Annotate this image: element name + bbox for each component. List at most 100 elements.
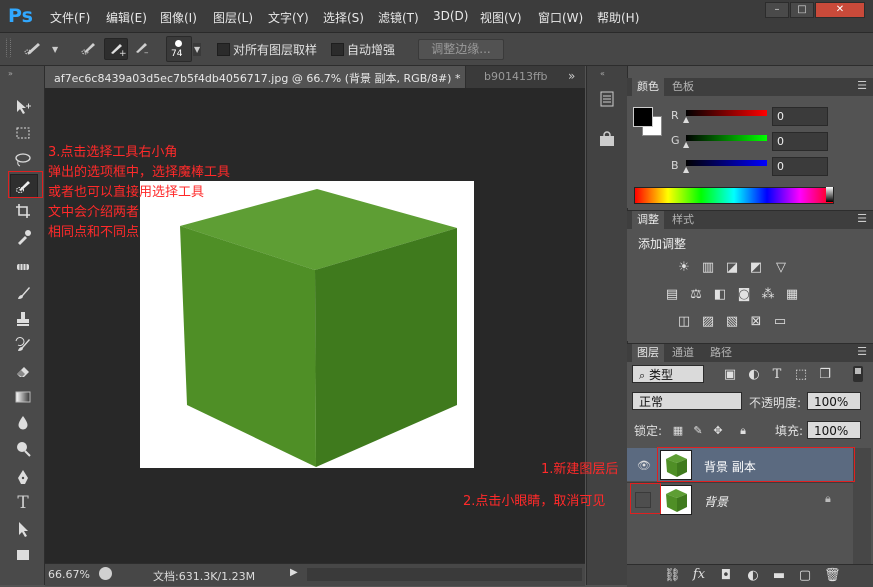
tab-paths[interactable]: 路径 [705,344,737,362]
eraser-tool-icon[interactable] [10,360,36,382]
exposure-icon[interactable]: ◩ [748,261,764,275]
green-slider-handle-icon[interactable]: ▲ [683,140,689,149]
layers-panel-menu-icon[interactable]: ☰ [857,345,867,358]
blend-mode-dropdown[interactable]: 正常 [632,392,742,410]
black-white-icon[interactable]: ◧ [712,288,728,302]
subtract-from-selection-icon[interactable]: – [130,38,152,58]
tab-color[interactable]: 颜色 [632,78,664,96]
toolbar-collapse-icon[interactable]: » [8,69,13,78]
menu-file[interactable]: 文件(F) [50,9,90,26]
add-mask-icon[interactable]: ◘ [718,569,734,583]
delete-layer-icon[interactable]: 🗑︎ [824,569,841,583]
tab-swatches[interactable]: 色板 [667,78,699,96]
eyedropper-tool-icon[interactable] [10,226,36,248]
levels-icon[interactable]: ▥ [700,261,716,275]
clone-stamp-tool-icon[interactable] [10,308,36,330]
new-layer-icon[interactable]: ▢ [797,569,813,583]
new-selection-icon[interactable] [78,38,100,58]
green-value[interactable]: 0 [772,132,828,151]
red-slider[interactable] [686,110,767,116]
filter-pixel-icon[interactable]: ▣ [722,368,738,382]
menu-window[interactable]: 窗口(W) [538,9,583,26]
history-brush-tool-icon[interactable] [10,334,36,356]
gradient-map-icon[interactable]: ▭ [772,315,788,329]
type-tool-icon[interactable]: T [10,492,36,514]
foreground-color-swatch[interactable] [633,107,653,127]
photo-filter-icon[interactable]: ◙ [736,288,752,302]
spot-healing-tool-icon[interactable] [10,256,36,278]
menu-view[interactable]: 视图(V) [480,9,522,26]
color-spectrum[interactable] [634,187,834,204]
zoom-level[interactable]: 66.67% [48,568,90,581]
document-tab-inactive[interactable]: b901413ffb [484,70,548,83]
curves-icon[interactable]: ◪ [724,261,740,275]
threshold-icon[interactable]: ▧ [724,315,740,329]
filter-toggle-switch[interactable] [853,366,863,382]
new-adjustment-layer-icon[interactable]: ◐ [745,569,761,583]
menu-layer[interactable]: 图层(L) [213,9,253,26]
blur-tool-icon[interactable] [10,412,36,434]
rectangle-tool-icon[interactable] [10,544,36,566]
blue-value[interactable]: 0 [772,157,828,176]
new-group-icon[interactable]: ▬ [771,569,787,583]
menu-filter[interactable]: 滤镜(T) [378,9,419,26]
layers-scrollbar[interactable] [853,448,871,564]
layer-filter-dropdown[interactable]: ⌕ 类型 [632,365,704,383]
options-grip[interactable] [6,38,11,58]
filter-shape-icon[interactable]: ⬚ [793,368,809,382]
menu-3d[interactable]: 3D(D) [433,9,468,23]
lasso-tool-icon[interactable] [10,148,36,170]
document-tab-active[interactable]: af7ec6c8439a03d5ec7b5f4db4056717.jpg @ 6… [45,66,466,88]
path-selection-tool-icon[interactable] [10,518,36,540]
fx-icon[interactable]: fx [691,568,707,582]
lock-transparent-icon[interactable]: ▦ [670,424,686,438]
tab-channels[interactable]: 通道 [667,344,699,362]
status-info-icon[interactable] [99,567,112,580]
opacity-field[interactable]: 100% [807,392,861,410]
lock-position-icon[interactable]: ✥ [710,424,726,438]
tab-adjustments[interactable]: 调整 [632,211,664,229]
posterize-icon[interactable]: ▨ [700,315,716,329]
filter-adjustment-icon[interactable]: ◐ [746,368,762,382]
close-button[interactable]: ✕ [815,2,865,18]
quick-selection-preset-icon[interactable] [22,38,44,58]
layer-visibility-eye-icon[interactable]: 👁︎ [637,459,651,472]
brush-size-dropdown-icon[interactable]: ▼ [193,43,202,56]
menu-image[interactable]: 图像(I) [160,9,197,26]
pen-tool-icon[interactable] [10,466,36,488]
tab-layers[interactable]: 图层 [632,344,664,362]
color-lookup-icon[interactable]: ▦ [784,288,800,302]
dock-collapse-icon[interactable]: « [600,69,605,78]
menu-select[interactable]: 选择(S) [323,9,364,26]
menu-type[interactable]: 文字(Y) [268,9,309,26]
fill-field[interactable]: 100% [807,421,861,439]
color-panel-menu-icon[interactable]: ☰ [857,79,867,92]
lock-all-icon[interactable]: 🔒︎ [735,424,751,438]
horizontal-scrollbar[interactable] [307,568,582,581]
filter-smart-object-icon[interactable]: ❐ [817,368,833,382]
marquee-tool-icon[interactable] [10,122,36,144]
color-balance-icon[interactable]: ⚖ [688,288,704,302]
preset-dropdown-arrow-icon[interactable]: ▼ [52,45,58,54]
green-slider[interactable] [686,135,767,141]
dodge-tool-icon[interactable] [10,438,36,460]
tab-styles[interactable]: 样式 [667,211,699,229]
brush-size-picker[interactable]: 74 [166,36,192,62]
refine-edge-button[interactable]: 调整边缘... [418,39,504,60]
menu-edit[interactable]: 编辑(E) [106,9,147,26]
crop-tool-icon[interactable] [10,200,36,222]
properties-panel-icon[interactable] [598,130,616,148]
minimize-button[interactable]: – [765,2,789,18]
blue-slider-handle-icon[interactable]: ▲ [683,165,689,174]
status-menu-arrow-icon[interactable]: ▶ [290,567,298,578]
auto-enhance-checkbox[interactable] [331,43,344,56]
blue-slider[interactable] [686,160,767,166]
filter-type-icon[interactable]: T [769,368,785,382]
red-value[interactable]: 0 [772,107,828,126]
menu-help[interactable]: 帮助(H) [597,9,639,26]
invert-icon[interactable]: ◫ [676,315,692,329]
selective-color-icon[interactable]: ⊠ [748,315,764,329]
adjustments-panel-menu-icon[interactable]: ☰ [857,212,867,225]
brush-tool-icon[interactable] [10,282,36,304]
hue-saturation-icon[interactable]: ▤ [664,288,680,302]
